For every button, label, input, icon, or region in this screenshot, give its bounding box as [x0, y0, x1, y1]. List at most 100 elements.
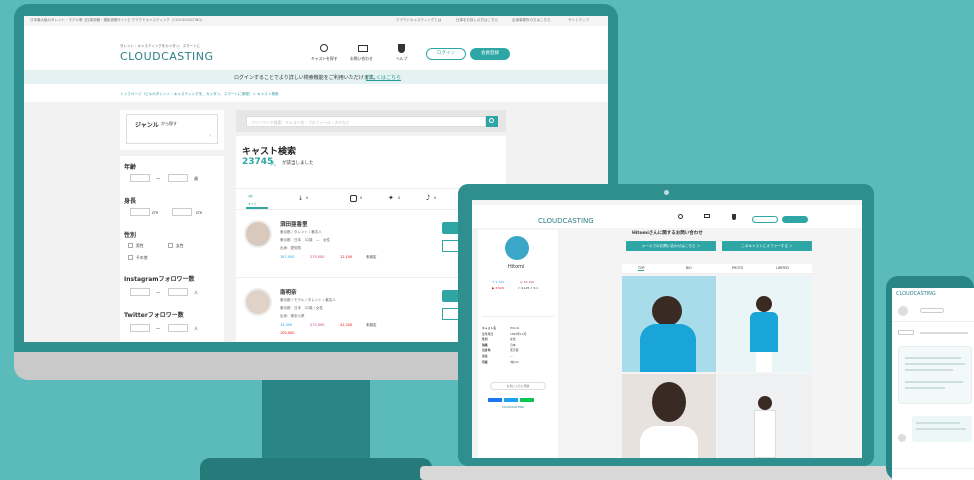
instagram-icon[interactable] [350, 195, 357, 202]
genre-title: ジャンル [135, 122, 159, 129]
share-line-button[interactable] [520, 398, 534, 402]
cast-name[interactable]: 須田亜香里 [280, 220, 308, 228]
nav-help[interactable]: ヘルプ [396, 56, 407, 62]
tab-bio[interactable]: BIO [686, 266, 692, 270]
cast-meta: 東京都 日本 32歳 — 女性 [280, 238, 330, 242]
unit-label: 人 [194, 290, 198, 295]
site-logo[interactable]: CLOUDCASTING [120, 50, 214, 63]
tab-all[interactable]: ∞ すべて [246, 193, 268, 209]
twitter-max-input[interactable] [168, 324, 188, 332]
filter-instagram-label: Instagramフォロワー数 [124, 276, 195, 283]
checkbox-male[interactable] [128, 243, 133, 248]
divider [482, 316, 554, 317]
topbar-link[interactable]: サイトマップ [568, 18, 589, 23]
site-logo[interactable]: CLOUDCASTING [896, 291, 936, 297]
register-button[interactable]: 会員登録 [470, 48, 510, 60]
profile-name: Hitomi [508, 264, 525, 270]
other-label: その他 [136, 255, 148, 260]
tiktok-stat: 未設定 [366, 255, 377, 259]
topbar-link[interactable]: クラウドキャスティングとは [396, 18, 441, 23]
notice-text: ログインすることでより詳しい検索機能をご利用いただけます。 [234, 75, 379, 81]
login-button[interactable]: ログイン [426, 48, 466, 60]
search-icon[interactable] [678, 214, 683, 219]
search-submit-button[interactable] [486, 116, 498, 127]
filter-gender-label: 性別 [124, 232, 137, 239]
chat-line [916, 428, 966, 430]
share-facebook-button[interactable] [488, 398, 502, 402]
youtube-icon: ▶ 3,520 [492, 286, 504, 290]
inquiry-title: Hitomiさんに関するお問い合わせ [632, 231, 703, 236]
info-value: (株)XX [510, 359, 519, 364]
register-button[interactable] [782, 216, 808, 223]
search-icon[interactable] [320, 44, 328, 52]
age-min-input[interactable] [130, 174, 150, 182]
instagram-max-input[interactable] [168, 288, 188, 296]
mail-icon[interactable] [358, 45, 368, 52]
tiktok-icon[interactable]: ♪ [426, 194, 430, 202]
male-label: 男性 [136, 243, 144, 248]
cast-role: 東京都 / タレント / 著名人 [280, 230, 322, 234]
profile-sidebar: Hitomi ✦ 1,143 ◎ 32,190 ▶ 3,520 ♪ 4,125 … [478, 230, 558, 458]
shield-icon[interactable] [398, 44, 405, 53]
topbar-tagline: 日本最大級のタレント・モデル等【仕事依頼・撮影依頼サイト】クラウドキャスティング… [30, 18, 205, 22]
laptop-base [420, 466, 914, 480]
tilde: 〜 [156, 326, 160, 331]
monitor-foot [200, 458, 432, 480]
tab-limited[interactable]: LIMITED [776, 266, 789, 270]
tab-photo[interactable]: PHOTO [732, 266, 743, 270]
cast-origin: 出身：愛知県 [280, 246, 301, 250]
twitter-icon: ✦ 1,143 [492, 280, 505, 284]
tab-sort[interactable]: ↓ [298, 195, 303, 202]
keyword-search-input[interactable]: フリーワード検索：キャスト名・プロフィール・タグなど [246, 116, 486, 127]
instagram-min-input[interactable] [130, 288, 150, 296]
chat-line [905, 363, 965, 365]
chat-input[interactable] [892, 468, 974, 480]
tab-top[interactable]: TOP [638, 266, 645, 271]
cast-name[interactable]: 南明奈 [280, 288, 297, 296]
nav-search[interactable]: キャストを探す [311, 56, 338, 62]
shield-icon[interactable] [732, 214, 736, 220]
checkbox-female[interactable] [168, 243, 173, 248]
age-max-input[interactable] [168, 174, 188, 182]
height-min-input[interactable] [130, 208, 150, 216]
tab-count: 0 [434, 196, 437, 200]
chat-bubble [898, 346, 972, 404]
share-twitter-button[interactable] [504, 398, 518, 402]
photo-sweater [750, 312, 778, 352]
profile-photo[interactable] [718, 374, 812, 458]
youtube-stat: 12,100 [340, 255, 353, 259]
instagram-icon: ◎ 32,190 [520, 280, 535, 284]
search-area: フリーワード検索：キャスト名・プロフィール・タグなど [236, 110, 506, 132]
topbar-link[interactable]: 仕事をお探しの方はこちら [456, 18, 498, 23]
results-unit: 人 [270, 161, 277, 168]
photo-sweater [640, 324, 696, 372]
unit-label: cm [152, 210, 159, 215]
youtube-stat-2: 100,000 [280, 331, 295, 335]
camera-icon [664, 190, 669, 195]
twitter-min-input[interactable] [130, 324, 150, 332]
mail-icon[interactable] [704, 214, 710, 218]
offer-button[interactable]: このキャストにオファーする ＞ [722, 241, 812, 251]
profile-photo[interactable] [718, 276, 812, 372]
mail-inquiry-button[interactable]: メールでのお問い合わせはこちら ＞ [626, 241, 716, 251]
checkbox-other[interactable] [128, 255, 133, 260]
profile-photo[interactable] [622, 276, 716, 372]
laptop-topbar [472, 200, 862, 205]
login-button[interactable] [752, 216, 778, 223]
height-max-input[interactable] [172, 208, 192, 216]
genre-box[interactable]: ジャンル から探す › [126, 114, 218, 144]
tilde: 〜 [156, 176, 160, 181]
notice-link[interactable]: 詳しくはこちら [366, 74, 401, 81]
instagram-stat: 270,000 [310, 255, 325, 259]
chat-line [905, 381, 963, 383]
link-icon: ∞ [248, 193, 253, 200]
site-logo[interactable]: CLOUDCASTING [538, 217, 594, 225]
profile-photo[interactable] [622, 374, 716, 458]
twitter-icon[interactable]: ✦ [388, 194, 394, 202]
breadcrumb[interactable]: トップページ（ビルのタレント・キャスティングを、カンタン、スマートに実現）＞ キ… [120, 92, 279, 97]
topbar-link[interactable]: 出演事務所の方はこちら [512, 18, 551, 23]
nav-contact[interactable]: お問い合わせ [350, 56, 373, 62]
cast-avatar [244, 288, 272, 316]
favorite-button[interactable]: お気に入りに登録 [490, 382, 546, 390]
info-key: 所属 [482, 359, 488, 364]
